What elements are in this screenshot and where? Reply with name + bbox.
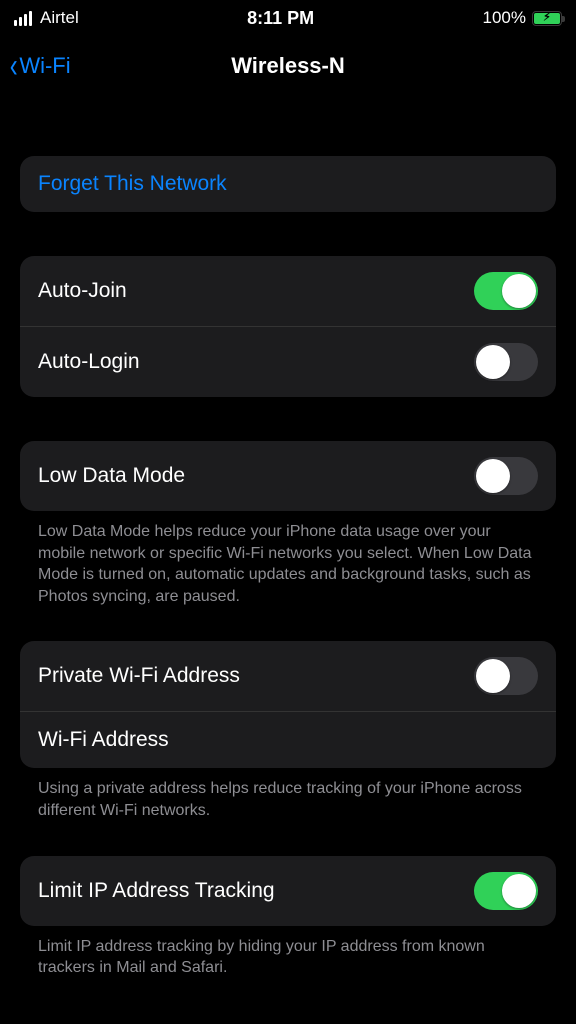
signal-icon [14, 11, 32, 26]
auto-join-toggle[interactable] [474, 272, 538, 310]
wifi-address-label: Wi-Fi Address [38, 728, 538, 752]
auto-join-row: Auto-Join [20, 256, 556, 326]
limit-tracking-toggle[interactable] [474, 872, 538, 910]
limit-tracking-row: Limit IP Address Tracking [20, 856, 556, 926]
navigation-bar: ‹ Wi-Fi Wireless-N [0, 36, 576, 96]
low-data-toggle[interactable] [474, 457, 538, 495]
forget-group: Forget This Network [20, 156, 556, 212]
low-data-group: Low Data Mode [20, 441, 556, 511]
back-label: Wi-Fi [19, 53, 70, 79]
limit-group: Limit IP Address Tracking [20, 856, 556, 926]
private-group: Private Wi-Fi Address Wi-Fi Address [20, 641, 556, 768]
auto-login-toggle[interactable] [474, 343, 538, 381]
charging-icon: ⚡︎ [543, 13, 551, 24]
limit-tracking-label: Limit IP Address Tracking [38, 879, 474, 903]
auto-login-label: Auto-Login [38, 350, 474, 374]
auto-group: Auto-Join Auto-Login [20, 256, 556, 397]
battery-percent: 100% [483, 8, 526, 28]
clock: 8:11 PM [247, 8, 314, 28]
wifi-address-row[interactable]: Wi-Fi Address [20, 711, 556, 768]
private-address-row: Private Wi-Fi Address [20, 641, 556, 711]
private-footer: Using a private address helps reduce tra… [20, 768, 556, 821]
auto-login-row: Auto-Login [20, 326, 556, 397]
back-button[interactable]: ‹ Wi-Fi [8, 49, 71, 83]
page-title: Wireless-N [0, 53, 576, 79]
chevron-left-icon: ‹ [10, 49, 18, 83]
auto-join-label: Auto-Join [38, 279, 474, 303]
low-data-footer: Low Data Mode helps reduce your iPhone d… [20, 511, 556, 607]
private-address-toggle[interactable] [474, 657, 538, 695]
battery-icon: ⚡︎ [532, 11, 562, 26]
low-data-row: Low Data Mode [20, 441, 556, 511]
low-data-label: Low Data Mode [38, 464, 474, 488]
forget-network-button[interactable]: Forget This Network [20, 156, 556, 212]
private-address-label: Private Wi-Fi Address [38, 664, 474, 688]
limit-footer: Limit IP address tracking by hiding your… [20, 926, 556, 979]
forget-network-label: Forget This Network [38, 172, 538, 196]
status-bar: Airtel 8:11 PM 100% ⚡︎ [0, 0, 576, 36]
carrier-label: Airtel [40, 8, 79, 28]
